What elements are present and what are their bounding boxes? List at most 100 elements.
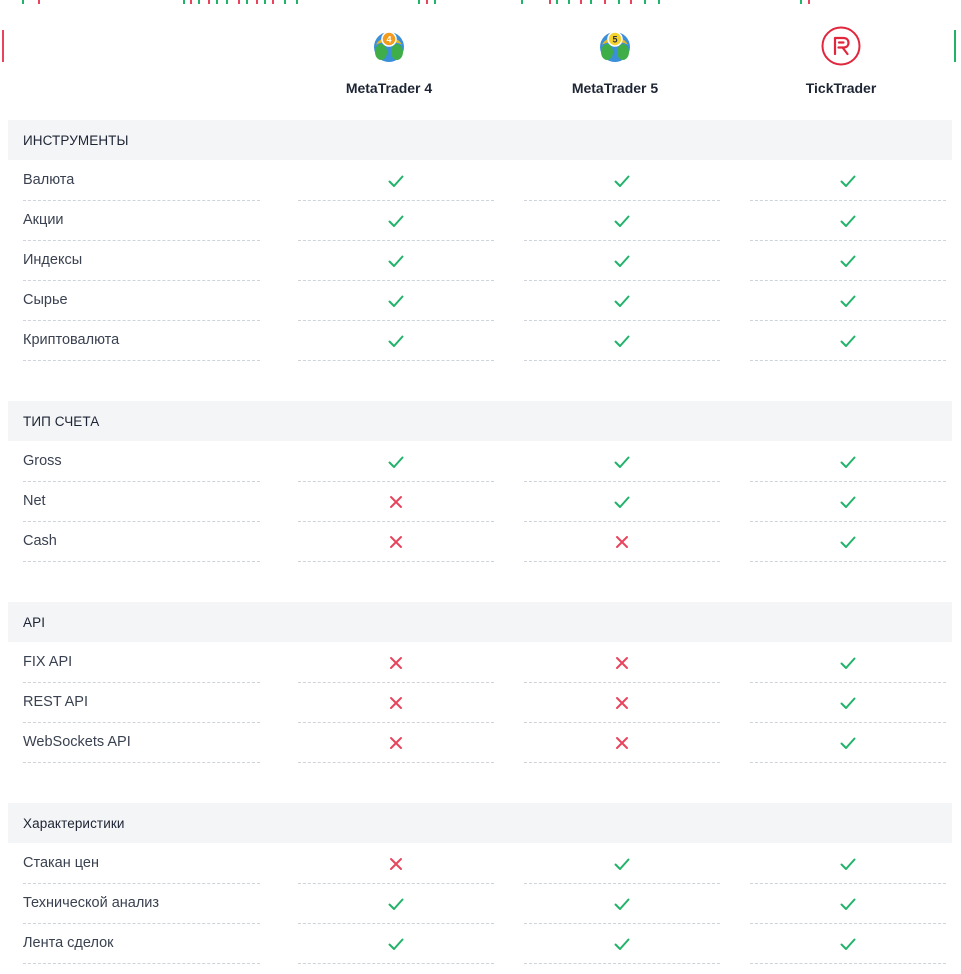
table-row: Cash xyxy=(8,522,952,562)
section-header: API xyxy=(8,602,952,642)
value-cell-metatrader4 xyxy=(298,482,494,522)
cross-icon xyxy=(390,535,402,548)
svg-text:5: 5 xyxy=(612,35,617,45)
value-cell-ticktrader xyxy=(750,924,946,964)
check-icon xyxy=(614,898,630,910)
check-icon xyxy=(840,175,856,187)
value-cell-ticktrader xyxy=(750,161,946,201)
cross-icon xyxy=(616,656,628,669)
svg-text:4: 4 xyxy=(386,35,391,45)
table-row: Стакан цен xyxy=(8,844,952,884)
background-chart-mark-right xyxy=(954,30,956,62)
background-candle xyxy=(264,0,266,4)
check-icon xyxy=(840,938,856,950)
value-cell-metatrader5 xyxy=(524,884,720,924)
feature-label: Акции xyxy=(23,201,260,241)
value-cell-metatrader5 xyxy=(524,201,720,241)
background-candle xyxy=(580,0,582,4)
value-cell-metatrader4 xyxy=(298,844,494,884)
background-candle xyxy=(618,0,620,4)
platform-column-metatrader5: 5 MetaTrader 5 xyxy=(502,8,728,120)
check-icon xyxy=(388,175,404,187)
table-row: Индексы xyxy=(8,241,952,281)
cross-icon xyxy=(390,736,402,749)
background-candle xyxy=(418,0,420,4)
value-cell-metatrader4 xyxy=(298,321,494,361)
feature-label: Валюта xyxy=(23,161,260,201)
background-candle xyxy=(284,0,286,4)
background-candle xyxy=(38,0,40,4)
cross-icon xyxy=(390,857,402,870)
cross-icon xyxy=(616,736,628,749)
value-cell-metatrader4 xyxy=(298,643,494,683)
value-cell-metatrader4 xyxy=(298,442,494,482)
check-icon xyxy=(840,697,856,709)
background-candle xyxy=(190,0,192,4)
background-candle xyxy=(238,0,240,4)
table-row: FIX API xyxy=(8,643,952,683)
cross-icon xyxy=(390,495,402,508)
background-candle xyxy=(22,0,24,4)
check-icon xyxy=(614,456,630,468)
background-candle xyxy=(216,0,218,4)
value-cell-metatrader5 xyxy=(524,683,720,723)
value-cell-ticktrader xyxy=(750,241,946,281)
background-candle xyxy=(246,0,248,4)
value-cell-metatrader4 xyxy=(298,522,494,562)
check-icon xyxy=(614,175,630,187)
table-row: Криптовалюта xyxy=(8,321,952,361)
check-icon xyxy=(614,858,630,870)
background-candle xyxy=(556,0,558,4)
value-cell-metatrader5 xyxy=(524,723,720,763)
check-icon xyxy=(614,255,630,267)
platform-name: TickTrader xyxy=(805,80,877,96)
platform-name: MetaTrader 5 xyxy=(571,80,659,96)
background-candle xyxy=(226,0,228,4)
check-icon xyxy=(840,858,856,870)
feature-label: Сырье xyxy=(23,281,260,321)
value-cell-ticktrader xyxy=(750,442,946,482)
background-candle xyxy=(590,0,592,4)
value-cell-metatrader4 xyxy=(298,884,494,924)
check-icon xyxy=(840,215,856,227)
cross-icon xyxy=(616,535,628,548)
check-icon xyxy=(840,536,856,548)
background-candle xyxy=(604,0,606,4)
background-candle xyxy=(198,0,200,4)
feature-label: Индексы xyxy=(23,241,260,281)
value-cell-ticktrader xyxy=(750,844,946,884)
platform-name: MetaTrader 4 xyxy=(345,80,433,96)
table-row: WebSockets API xyxy=(8,723,952,763)
table-row: REST API xyxy=(8,683,952,723)
value-cell-ticktrader xyxy=(750,522,946,562)
check-icon xyxy=(388,938,404,950)
feature-label: REST API xyxy=(23,683,260,723)
value-cell-metatrader5 xyxy=(524,643,720,683)
feature-label: Cash xyxy=(23,522,260,562)
value-cell-metatrader4 xyxy=(298,683,494,723)
check-icon xyxy=(840,456,856,468)
value-cell-metatrader4 xyxy=(298,161,494,201)
feature-label: FIX API xyxy=(23,643,260,683)
check-icon xyxy=(614,215,630,227)
check-icon xyxy=(388,898,404,910)
check-icon xyxy=(840,335,856,347)
check-icon xyxy=(840,255,856,267)
value-cell-metatrader5 xyxy=(524,482,720,522)
value-cell-ticktrader xyxy=(750,482,946,522)
metatrader5-logo-icon: 5 xyxy=(600,31,630,62)
feature-label: Net xyxy=(23,482,260,522)
check-icon xyxy=(840,657,856,669)
background-candle xyxy=(658,0,660,4)
table-row: Лента сделок xyxy=(8,924,952,964)
value-cell-metatrader5 xyxy=(524,522,720,562)
value-cell-ticktrader xyxy=(750,281,946,321)
value-cell-metatrader5 xyxy=(524,281,720,321)
table-row: Технической анализ xyxy=(8,884,952,924)
comparison-table: 4 MetaTrader 4 5 MetaTrader 5 TickTrader xyxy=(8,8,952,974)
background-candle xyxy=(800,0,802,4)
check-icon xyxy=(614,938,630,950)
value-cell-metatrader5 xyxy=(524,241,720,281)
platform-column-metatrader4: 4 MetaTrader 4 xyxy=(276,8,502,120)
value-cell-metatrader5 xyxy=(524,442,720,482)
